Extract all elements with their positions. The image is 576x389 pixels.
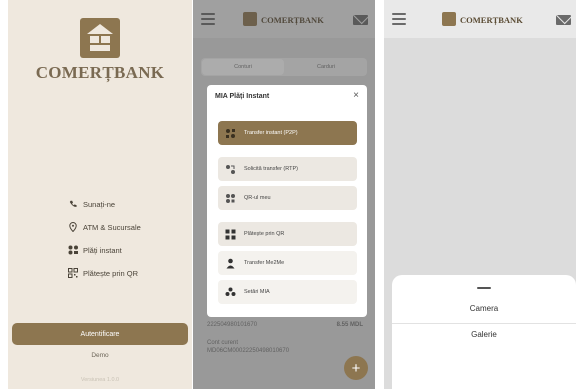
login-screen: COMERȚBANK Sunați-ne ATM & Sucursale Plă… (8, 0, 192, 389)
menu-item-label: Plăți instant (83, 245, 122, 255)
option-label: Transfer Me2Me (244, 260, 285, 266)
option-label: Transfer instant (P2P) (244, 130, 298, 136)
location-icon (66, 222, 80, 232)
dialog-title: MIA Plăți Instant (215, 93, 270, 100)
image-source-sheet: Camera Galerie (392, 275, 576, 389)
brand-name: COMERȚBANK (460, 15, 523, 25)
option-request-transfer[interactable]: Solicită transfer (RTP) (218, 157, 357, 181)
add-button[interactable]: + (344, 356, 368, 380)
bank-logo-icon (80, 18, 120, 58)
option-label: Solicită transfer (RTP) (244, 166, 298, 172)
option-label: Plătește prin QR (244, 231, 285, 237)
option-label: QR-ul meu (244, 195, 271, 201)
menu-item-label: Sunați-ne (83, 199, 116, 209)
hamburger-menu-icon[interactable] (392, 13, 406, 25)
menu-item-label: Plătește prin QR (83, 268, 139, 278)
image-source-screen: COMERȚBANK Camera Galerie (384, 0, 576, 389)
qr-code-icon (66, 268, 80, 278)
phone-icon (66, 200, 80, 208)
close-icon[interactable]: × (353, 90, 359, 101)
instant-pay-icon (66, 245, 80, 255)
option-my-qr[interactable]: QR-ul meu (218, 186, 357, 210)
bank-logo-icon (442, 12, 456, 26)
option-label: Setări MIA (244, 289, 270, 295)
camera-option[interactable]: Camera (392, 304, 576, 313)
request-transfer-icon (224, 163, 236, 175)
menu-item-call[interactable]: Sunați-ne (66, 193, 141, 215)
instant-pay-screen: COMERȚBANK Conturi Carduri 2225049801016… (193, 0, 375, 389)
option-me2me[interactable]: Transfer Me2Me (218, 251, 357, 275)
sheet-drag-handle[interactable] (477, 287, 491, 289)
divider (392, 323, 576, 324)
app-version: Versiunea 1.0.0 (80, 377, 120, 383)
menu-item-label: ATM & Sucursale (83, 222, 141, 232)
my-qr-icon (224, 192, 236, 204)
app-header: COMERȚBANK (384, 0, 576, 38)
login-button[interactable]: Autentificare (12, 323, 188, 345)
menu-item-atm[interactable]: ATM & Sucursale (66, 216, 141, 238)
gallery-option[interactable]: Galerie (392, 330, 576, 339)
me2me-icon (224, 257, 236, 269)
menu-item-instant-pay[interactable]: Plăți instant (66, 239, 141, 261)
qr-pay-icon (224, 228, 236, 240)
brand-name: COMERȚBANK (35, 63, 165, 82)
option-qr-pay[interactable]: Plătește prin QR (218, 222, 357, 246)
p2p-transfer-icon (224, 127, 236, 139)
login-menu: Sunați-ne ATM & Sucursale Plăți instant … (66, 193, 141, 285)
option-mia-settings[interactable]: Setări MIA (218, 280, 357, 304)
instant-pay-dialog: MIA Plăți Instant × Transfer instant (P2… (207, 85, 367, 317)
menu-item-qr-pay[interactable]: Plătește prin QR (66, 262, 141, 284)
option-p2p-transfer[interactable]: Transfer instant (P2P) (218, 121, 357, 145)
settings-icon (224, 286, 236, 298)
mail-icon[interactable] (556, 15, 571, 25)
demo-link[interactable]: Demo (8, 352, 192, 359)
